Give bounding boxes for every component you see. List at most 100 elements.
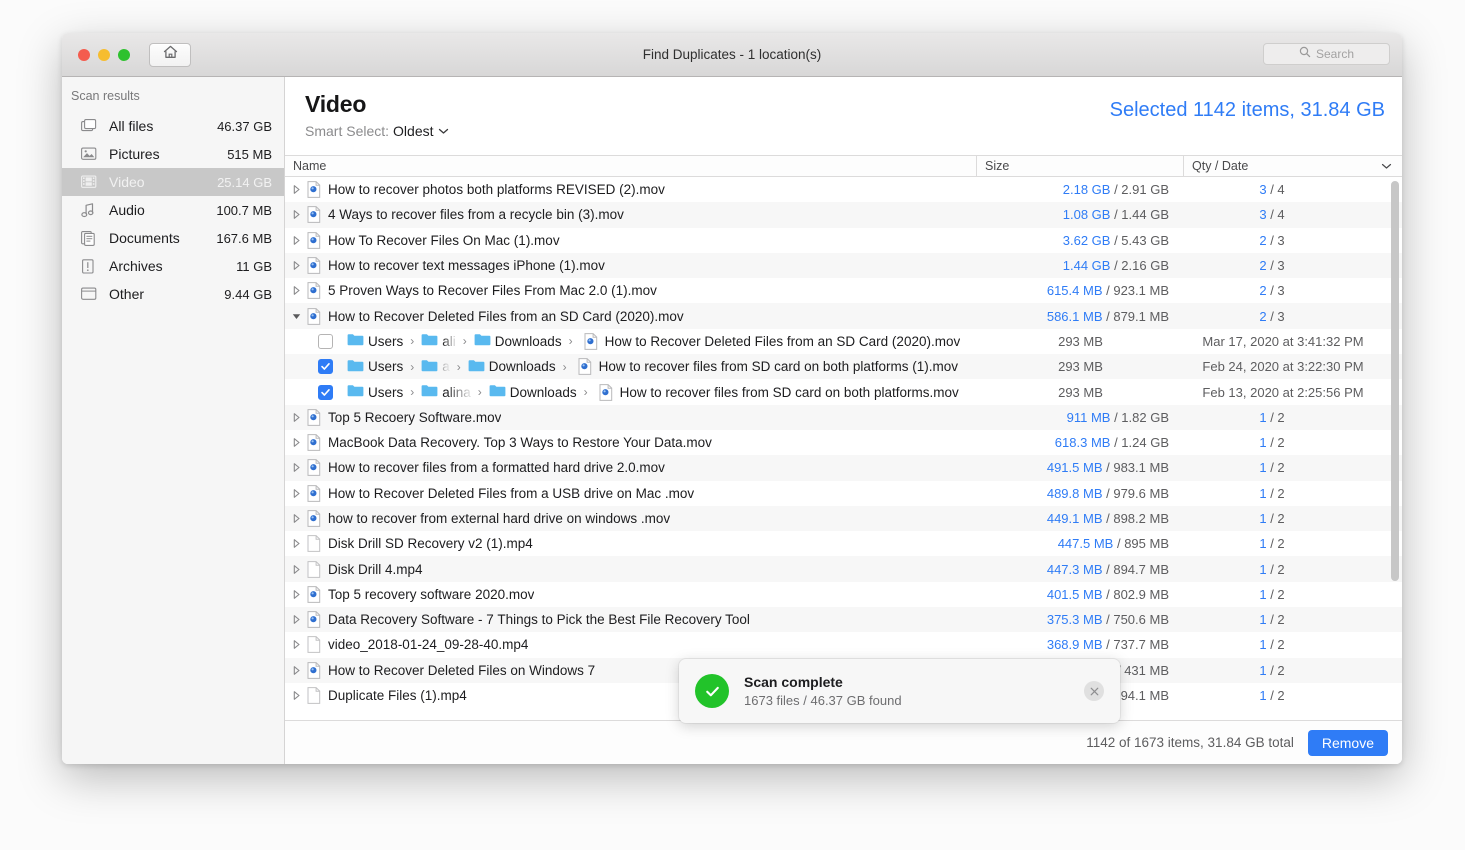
table-row[interactable]: How to Recover Deleted Files from an SD … — [285, 303, 1402, 328]
table-row[interactable]: Disk Drill SD Recovery v2 (1).mp4 447.5 M… — [285, 531, 1402, 556]
size-total: 879.1 MB — [1113, 309, 1169, 324]
sidebar-item-pictures[interactable]: Pictures515 MB — [62, 140, 284, 168]
table-child-row[interactable]: Users›ali›Downloads›How to Recover Delet… — [285, 329, 1402, 354]
size-selected: 2.18 GB — [1063, 182, 1111, 197]
check-circle-icon — [695, 674, 729, 708]
path-segment[interactable]: a — [421, 359, 450, 375]
vertical-scrollbar[interactable] — [1391, 181, 1399, 581]
sidebar-item-archives[interactable]: Archives11 GB — [62, 252, 284, 280]
disclosure-triangle[interactable] — [285, 489, 303, 498]
disclosure-triangle[interactable] — [285, 261, 303, 270]
disclosure-triangle[interactable] — [285, 590, 303, 599]
path-segment-label: Users — [364, 334, 403, 349]
qty-cell: 3 / 4 — [1184, 207, 1402, 222]
path-segment[interactable]: alina — [421, 384, 471, 400]
table-row[interactable]: Top 5 recovery software 2020.mov401.5 MB… — [285, 582, 1402, 607]
sidebar-item-other[interactable]: Other9.44 GB — [62, 280, 284, 308]
movie-file-icon — [595, 384, 617, 401]
close-icon[interactable] — [1084, 681, 1104, 701]
disclosure-triangle[interactable] — [285, 565, 303, 574]
path-segment[interactable]: ali — [421, 333, 456, 349]
table-row[interactable]: How to recover files from a formatted ha… — [285, 455, 1402, 480]
column-header-size[interactable]: Size — [977, 156, 1184, 176]
table-row[interactable]: How to recover text messages iPhone (1).… — [285, 253, 1402, 278]
file-name: How to Recover Deleted Files from a USB … — [325, 486, 694, 501]
search-input[interactable]: Search — [1263, 43, 1390, 65]
disclosure-triangle[interactable] — [285, 413, 303, 422]
table-row[interactable]: 5 Proven Ways to Recover Files From Mac … — [285, 278, 1402, 303]
movie-file-icon — [574, 358, 596, 375]
disclosure-triangle[interactable] — [285, 463, 303, 472]
size-total: 194.1 MB — [1113, 688, 1169, 703]
file-path: Users›ali›Downloads›How to Recover Delet… — [333, 333, 960, 350]
path-separator-icon: › — [456, 334, 474, 348]
qty-cell: 1 / 2 — [1184, 663, 1402, 678]
table-child-row[interactable]: Users›alina›Downloads›How to recover fil… — [285, 379, 1402, 404]
table-row[interactable]: Top 5 Recoery Software.mov911 MB / 1.82 … — [285, 405, 1402, 430]
file-name: Disk Drill SD Recovery v2 (1).mp4 — [325, 536, 533, 551]
table-row[interactable]: 4 Ways to recover files from a recycle b… — [285, 202, 1402, 227]
home-button[interactable] — [149, 43, 191, 67]
path-segment[interactable]: Downloads — [489, 384, 577, 400]
table-row[interactable]: How to Recover Deleted Files from a USB … — [285, 481, 1402, 506]
remove-button[interactable]: Remove — [1308, 730, 1388, 756]
minimize-window-button[interactable] — [98, 49, 110, 61]
file-name: Data Recovery Software - 7 Things to Pic… — [325, 612, 750, 627]
path-segment[interactable]: Users — [347, 384, 403, 400]
qty-cell: 1 / 2 — [1184, 587, 1402, 602]
table-child-row[interactable]: Users›a›Downloads›How to recover files f… — [285, 354, 1402, 379]
smart-select-control[interactable]: Smart Select: Oldest — [305, 123, 1402, 139]
movie-file-icon — [303, 586, 325, 603]
disclosure-triangle[interactable] — [285, 438, 303, 447]
file-date-cell: Mar 17, 2020 at 3:41:32 PM — [1184, 334, 1402, 349]
sidebar-item-audio[interactable]: Audio100.7 MB — [62, 196, 284, 224]
sidebar-item-label: Documents — [100, 230, 216, 246]
disclosure-triangle[interactable] — [285, 615, 303, 624]
disclosure-triangle[interactable] — [285, 286, 303, 295]
disclosure-triangle[interactable] — [285, 236, 303, 245]
qty-selected: 1 — [1259, 435, 1266, 450]
disclosure-triangle[interactable] — [285, 640, 303, 649]
table-row[interactable]: MacBook Data Recovery. Top 3 Ways to Res… — [285, 430, 1402, 455]
disclosure-triangle[interactable] — [285, 666, 303, 675]
column-header-name[interactable]: Name — [285, 156, 977, 176]
table-row[interactable]: Data Recovery Software - 7 Things to Pic… — [285, 607, 1402, 632]
path-segment[interactable]: Users — [347, 359, 403, 375]
file-size-cell: 447.5 MB / 895 MB — [977, 536, 1184, 551]
qty-selected: 1 — [1259, 688, 1266, 703]
size-selected: 375.3 MB — [1047, 612, 1103, 627]
close-window-button[interactable] — [78, 49, 90, 61]
disclosure-triangle[interactable] — [285, 514, 303, 523]
path-segment[interactable]: Downloads — [474, 333, 562, 349]
chevron-down-icon[interactable] — [1381, 159, 1392, 173]
table-row[interactable]: how to recover from external hard drive … — [285, 506, 1402, 531]
movie-file-icon — [303, 181, 325, 198]
row-checkbox[interactable] — [318, 385, 333, 400]
table-row[interactable]: How To Recover Files On Mac (1).mov3.62 … — [285, 228, 1402, 253]
disclosure-triangle[interactable] — [285, 210, 303, 219]
size-selected: 447.5 MB — [1058, 536, 1114, 551]
disclosure-triangle[interactable] — [285, 539, 303, 548]
disclosure-triangle[interactable] — [285, 691, 303, 700]
qty-cell: 3 / 4 — [1184, 182, 1402, 197]
path-segment[interactable]: Users — [347, 333, 403, 349]
file-size-cell: 368.9 MB / 737.7 MB — [977, 637, 1184, 652]
qty-total: 2 — [1277, 688, 1284, 703]
zoom-window-button[interactable] — [118, 49, 130, 61]
disclosure-triangle[interactable] — [285, 185, 303, 194]
table-row[interactable]: video_2018-01-24_09-28-40.mp4368.9 MB / … — [285, 632, 1402, 657]
table-row[interactable]: Disk Drill 4.mp4447.3 MB / 894.7 MB1 / 2 — [285, 556, 1402, 581]
table-row[interactable]: How to recover photos both platforms REV… — [285, 177, 1402, 202]
row-checkbox[interactable] — [318, 359, 333, 374]
sidebar-item-all-files[interactable]: All files46.37 GB — [62, 112, 284, 140]
column-header-qty-date[interactable]: Qty / Date — [1184, 156, 1402, 176]
sidebar-item-documents[interactable]: Documents167.6 MB — [62, 224, 284, 252]
path-segment[interactable]: Downloads — [468, 359, 556, 375]
sidebar-item-video[interactable]: Video25.14 GB — [62, 168, 284, 196]
row-checkbox[interactable] — [318, 334, 333, 349]
folder-icon — [421, 333, 438, 349]
disclosure-triangle[interactable] — [285, 312, 303, 321]
size-selected: 615.4 MB — [1047, 283, 1103, 298]
qty-total: 3 — [1277, 233, 1284, 248]
scan-complete-toast: Scan complete 1673 files / 46.37 GB foun… — [679, 659, 1120, 723]
